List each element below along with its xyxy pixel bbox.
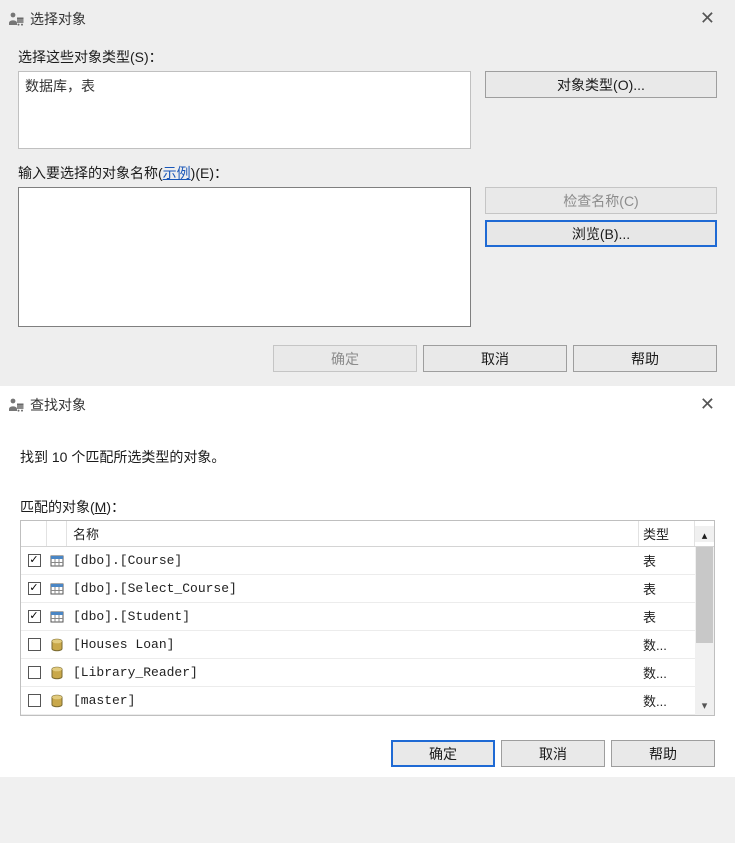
- row-type: 表: [639, 579, 695, 598]
- match-label-suffix: )：: [106, 499, 125, 515]
- dialog1-title: 选择对象: [30, 9, 86, 29]
- scrollbar[interactable]: ▾: [695, 547, 714, 715]
- grid-header-icon: [47, 521, 67, 546]
- table-row[interactable]: [Library_Reader]数...: [21, 659, 714, 687]
- row-type: 数...: [639, 691, 695, 710]
- matching-objects-label: 匹配的对象(M)：: [20, 497, 715, 517]
- dialog2-titlebar: 查找对象 ✕: [0, 386, 735, 423]
- select-types-label: 选择这些对象类型(S)：: [18, 47, 717, 67]
- object-types-display: 数据库，表: [18, 71, 471, 149]
- select-objects-icon: [8, 11, 24, 27]
- row-checkbox[interactable]: [28, 610, 41, 623]
- close-icon[interactable]: ✕: [694, 394, 721, 415]
- row-checkbox[interactable]: [28, 666, 41, 679]
- scroll-down-arrow[interactable]: ▾: [695, 695, 714, 715]
- enter-names-label: 输入要选择的对象名称(示例)(E)：: [18, 163, 717, 183]
- database-icon: [47, 666, 67, 680]
- table-icon: [47, 582, 67, 596]
- row-type: 表: [639, 551, 695, 570]
- table-icon: [47, 610, 67, 624]
- dialog1-titlebar: 选择对象 ✕: [0, 0, 735, 37]
- grid-header: 名称 类型 ▴: [21, 521, 714, 547]
- row-name: [Houses Loan]: [67, 637, 639, 652]
- database-icon: [47, 638, 67, 652]
- database-icon: [47, 694, 67, 708]
- found-count-label: 找到 10 个匹配所选类型的对象。: [20, 447, 715, 467]
- check-names-button: 检查名称(C): [485, 187, 717, 214]
- row-checkbox[interactable]: [28, 554, 41, 567]
- cancel-button[interactable]: 取消: [501, 740, 605, 767]
- grid-rows: [dbo].[Course]表[dbo].[Select_Course]表[db…: [21, 547, 714, 715]
- scroll-up-arrow[interactable]: ▴: [695, 526, 714, 542]
- table-row[interactable]: [master]数...: [21, 687, 714, 715]
- find-objects-dialog: 查找对象 ✕ 找到 10 个匹配所选类型的对象。 匹配的对象(M)： 名称 类型…: [0, 386, 735, 777]
- row-name: [dbo].[Course]: [67, 553, 639, 568]
- table-row[interactable]: [dbo].[Course]表: [21, 547, 714, 575]
- browse-button[interactable]: 浏览(B)...: [485, 220, 717, 247]
- object-names-input[interactable]: [18, 187, 471, 327]
- row-name: [master]: [67, 693, 639, 708]
- find-objects-icon: [8, 397, 24, 413]
- row-checkbox[interactable]: [28, 694, 41, 707]
- table-icon: [47, 554, 67, 568]
- dialog2-title: 查找对象: [30, 395, 86, 415]
- object-types-button[interactable]: 对象类型(O)...: [485, 71, 717, 98]
- row-name: [dbo].[Select_Course]: [67, 581, 639, 596]
- cancel-button[interactable]: 取消: [423, 345, 567, 372]
- help-button[interactable]: 帮助: [573, 345, 717, 372]
- example-link[interactable]: 示例: [163, 165, 191, 181]
- row-type: 表: [639, 607, 695, 626]
- scroll-thumb[interactable]: [696, 547, 713, 643]
- row-type: 数...: [639, 635, 695, 654]
- select-objects-dialog: 选择对象 ✕ 选择这些对象类型(S)： 数据库，表 对象类型(O)... 输入要…: [0, 0, 735, 386]
- enter-name-suffix: )(E)：: [191, 165, 228, 181]
- table-row[interactable]: [dbo].[Select_Course]表: [21, 575, 714, 603]
- ok-button[interactable]: 确定: [391, 740, 495, 767]
- row-checkbox[interactable]: [28, 638, 41, 651]
- table-row[interactable]: [dbo].[Student]表: [21, 603, 714, 631]
- row-name: [Library_Reader]: [67, 665, 639, 680]
- objects-grid: 名称 类型 ▴ [dbo].[Course]表[dbo].[Select_Cou…: [20, 520, 715, 716]
- grid-header-check: [21, 521, 47, 546]
- grid-header-name[interactable]: 名称: [67, 521, 639, 546]
- row-name: [dbo].[Student]: [67, 609, 639, 624]
- row-checkbox[interactable]: [28, 582, 41, 595]
- close-icon[interactable]: ✕: [694, 8, 721, 29]
- row-type: 数...: [639, 663, 695, 682]
- grid-header-type[interactable]: 类型: [639, 521, 695, 546]
- match-label-mn: M: [95, 499, 107, 515]
- table-row[interactable]: [Houses Loan]数...: [21, 631, 714, 659]
- ok-button: 确定: [273, 345, 417, 372]
- enter-name-prefix: 输入要选择的对象名称(: [18, 165, 163, 181]
- match-label-prefix: 匹配的对象(: [20, 499, 95, 515]
- help-button[interactable]: 帮助: [611, 740, 715, 767]
